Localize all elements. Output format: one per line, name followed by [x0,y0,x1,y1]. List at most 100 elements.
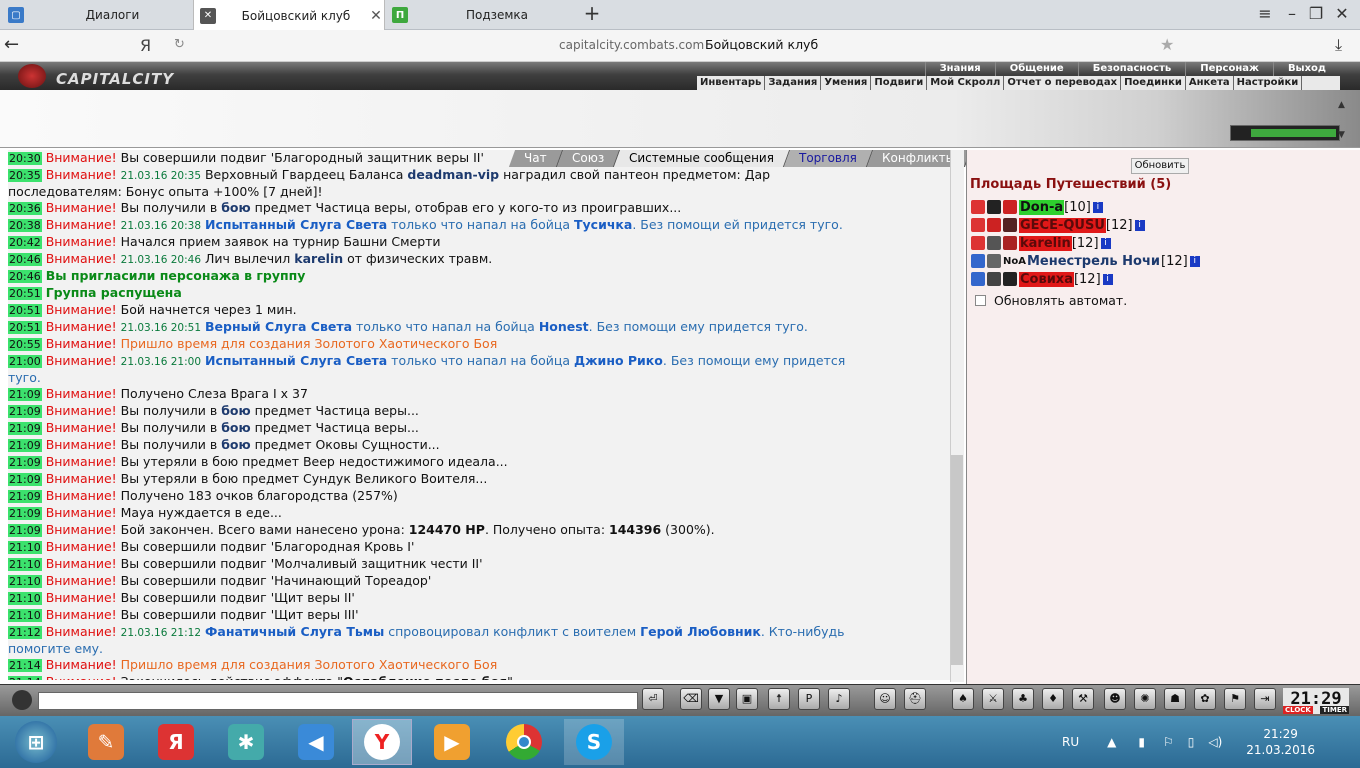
message-text[interactable]: бою [221,200,250,215]
message-time[interactable]: 20:51 [8,304,42,317]
message-time[interactable]: 20:51 [8,321,42,334]
auto-refresh-checkbox[interactable] [975,295,986,306]
chat-scroll-thumb[interactable] [951,455,963,665]
player-entry[interactable]: Совиха [12] i [971,270,1113,288]
network-icon[interactable]: ▮ [1138,735,1145,749]
chat-mode-icon[interactable] [12,690,32,710]
message-time[interactable]: 21:10 [8,575,42,588]
bookmark-star-icon[interactable]: ★ [1160,35,1174,54]
flag-icon[interactable]: ⚑ [1224,688,1246,710]
message-time[interactable]: 21:09 [8,422,42,435]
eraser-icon[interactable]: ⌫ [680,688,702,710]
save-log-icon[interactable]: ▣ [736,688,758,710]
nav-settings[interactable]: Настройки [1234,76,1303,90]
tab-trade[interactable]: Торговля [783,150,873,167]
message-text[interactable]: karelin [294,251,343,266]
message-time[interactable]: 21:09 [8,473,42,486]
tab-system-messages[interactable]: Системные сообщения [613,150,790,167]
action-6-icon[interactable]: ☻ [1104,688,1126,710]
message-time[interactable]: 21:09 [8,388,42,401]
tab-union[interactable]: Союз [556,150,620,167]
minimize-icon[interactable]: – [1280,4,1304,23]
message-time[interactable]: 21:09 [8,507,42,520]
player-entry[interactable]: karelin [12] i [971,234,1111,252]
tab-chat[interactable]: Чат [508,150,563,167]
player-name[interactable]: Don-a [1019,199,1065,215]
fighter-icon[interactable]: ☨ [768,688,790,710]
player-name[interactable]: Совиха [1019,271,1074,287]
message-time[interactable]: 21:10 [8,592,42,605]
action-3-icon[interactable]: ♣ [1012,688,1034,710]
action-8-icon[interactable]: ☗ [1164,688,1186,710]
nav-transfers[interactable]: Отчет о переводах [1004,76,1122,90]
sound-icon[interactable]: ♪ [828,688,850,710]
action-2-icon[interactable]: ⚔ [982,688,1004,710]
action-9-icon[interactable]: ✿ [1194,688,1216,710]
tab-combats[interactable]: ✕ Бойцовский клуб ✕ [193,0,385,31]
info-icon[interactable]: i [1102,273,1113,285]
new-tab-button[interactable]: + [580,1,604,25]
message-text[interactable]: deadman-vip [407,167,499,182]
message-text[interactable]: бою [221,420,250,435]
message-time[interactable]: 21:10 [8,541,42,554]
message-time[interactable]: 20:36 [8,202,42,215]
player-link[interactable]: Верный Слуга Света [205,319,352,334]
nav-inventory[interactable]: Инвентарь [697,76,766,90]
player-link[interactable]: Джино Рико [574,353,663,368]
message-time[interactable]: 20:55 [8,338,42,351]
nav-communication[interactable]: Общение [994,62,1078,76]
nav-quests[interactable]: Задания [765,76,822,90]
refresh-button[interactable]: Обновить [1131,158,1189,174]
message-time[interactable]: 21:09 [8,524,42,537]
message-time[interactable]: 21:14 [8,676,42,680]
player-entry[interactable]: Don-a [10] i [971,198,1103,216]
action-4-icon[interactable]: ♦ [1042,688,1064,710]
message-time[interactable]: 21:09 [8,490,42,503]
player-entry[interactable]: NoA Менестрель Ночи [12] i [971,252,1200,270]
download-icon[interactable]: ⤓ [1335,35,1342,55]
maximize-icon[interactable]: ❐ [1304,4,1328,23]
tab-dialogs[interactable]: ▢ Диалоги [0,0,193,30]
player-link[interactable]: Фанатичный Слуга Тьмы [205,624,384,639]
player-link[interactable]: Испытанный Слуга Света [205,353,387,368]
taskbar-volume-app-icon[interactable]: ◀ [286,719,346,765]
exit-icon[interactable]: ⇥ [1254,688,1276,710]
nav-security[interactable]: Безопасность [1077,62,1186,76]
message-time[interactable]: 20:38 [8,219,42,232]
close-tab-icon[interactable]: ✕ [368,8,384,24]
smiley-icon[interactable]: ☺ [874,688,896,710]
scroll-up-icon[interactable]: ▲ [1338,100,1345,110]
back-icon[interactable]: ← [4,34,19,55]
nav-feats[interactable]: Подвиги [871,76,928,90]
nav-profile[interactable]: Анкета [1186,76,1234,90]
taskbar-chrome-icon[interactable] [494,719,554,765]
taskbar-paint-icon[interactable]: ✱ [216,719,276,765]
message-time[interactable]: 21:10 [8,558,42,571]
chat-input[interactable] [38,692,638,710]
nav-knowledge[interactable]: Знания [924,62,995,76]
info-icon[interactable]: i [1100,237,1111,249]
private-icon[interactable]: P [798,688,820,710]
info-icon[interactable]: i [1189,255,1200,267]
send-icon[interactable]: ⏎ [642,688,664,710]
battery-icon[interactable]: ▯ [1188,735,1195,749]
message-time[interactable]: 20:30 [8,152,42,165]
action-7-icon[interactable]: ✺ [1134,688,1156,710]
tab-dungeon[interactable]: П Подземка [386,0,578,30]
message-time[interactable]: 20:51 [8,287,42,300]
message-time[interactable]: 21:14 [8,659,42,672]
message-time[interactable]: 21:09 [8,439,42,452]
info-icon[interactable]: i [1134,219,1145,231]
message-time[interactable]: 21:10 [8,609,42,622]
tray-date[interactable]: 21.03.2016 [1246,742,1315,758]
close-window-icon[interactable]: ✕ [1330,4,1354,23]
player-link[interactable]: Тусичка [574,217,632,232]
message-time[interactable]: 21:09 [8,405,42,418]
auto-refresh-toggle[interactable]: Обновлять автомат. [975,293,1127,308]
language-indicator[interactable]: RU [1062,735,1079,749]
taskbar-yandex-browser-icon[interactable]: Y [352,719,412,765]
message-text[interactable]: бою [221,437,250,452]
flag-tray-icon[interactable]: ⚐ [1163,735,1174,749]
tray-time[interactable]: 21:29 [1246,726,1315,742]
taskbar-notes-icon[interactable]: ✎ [76,719,136,765]
